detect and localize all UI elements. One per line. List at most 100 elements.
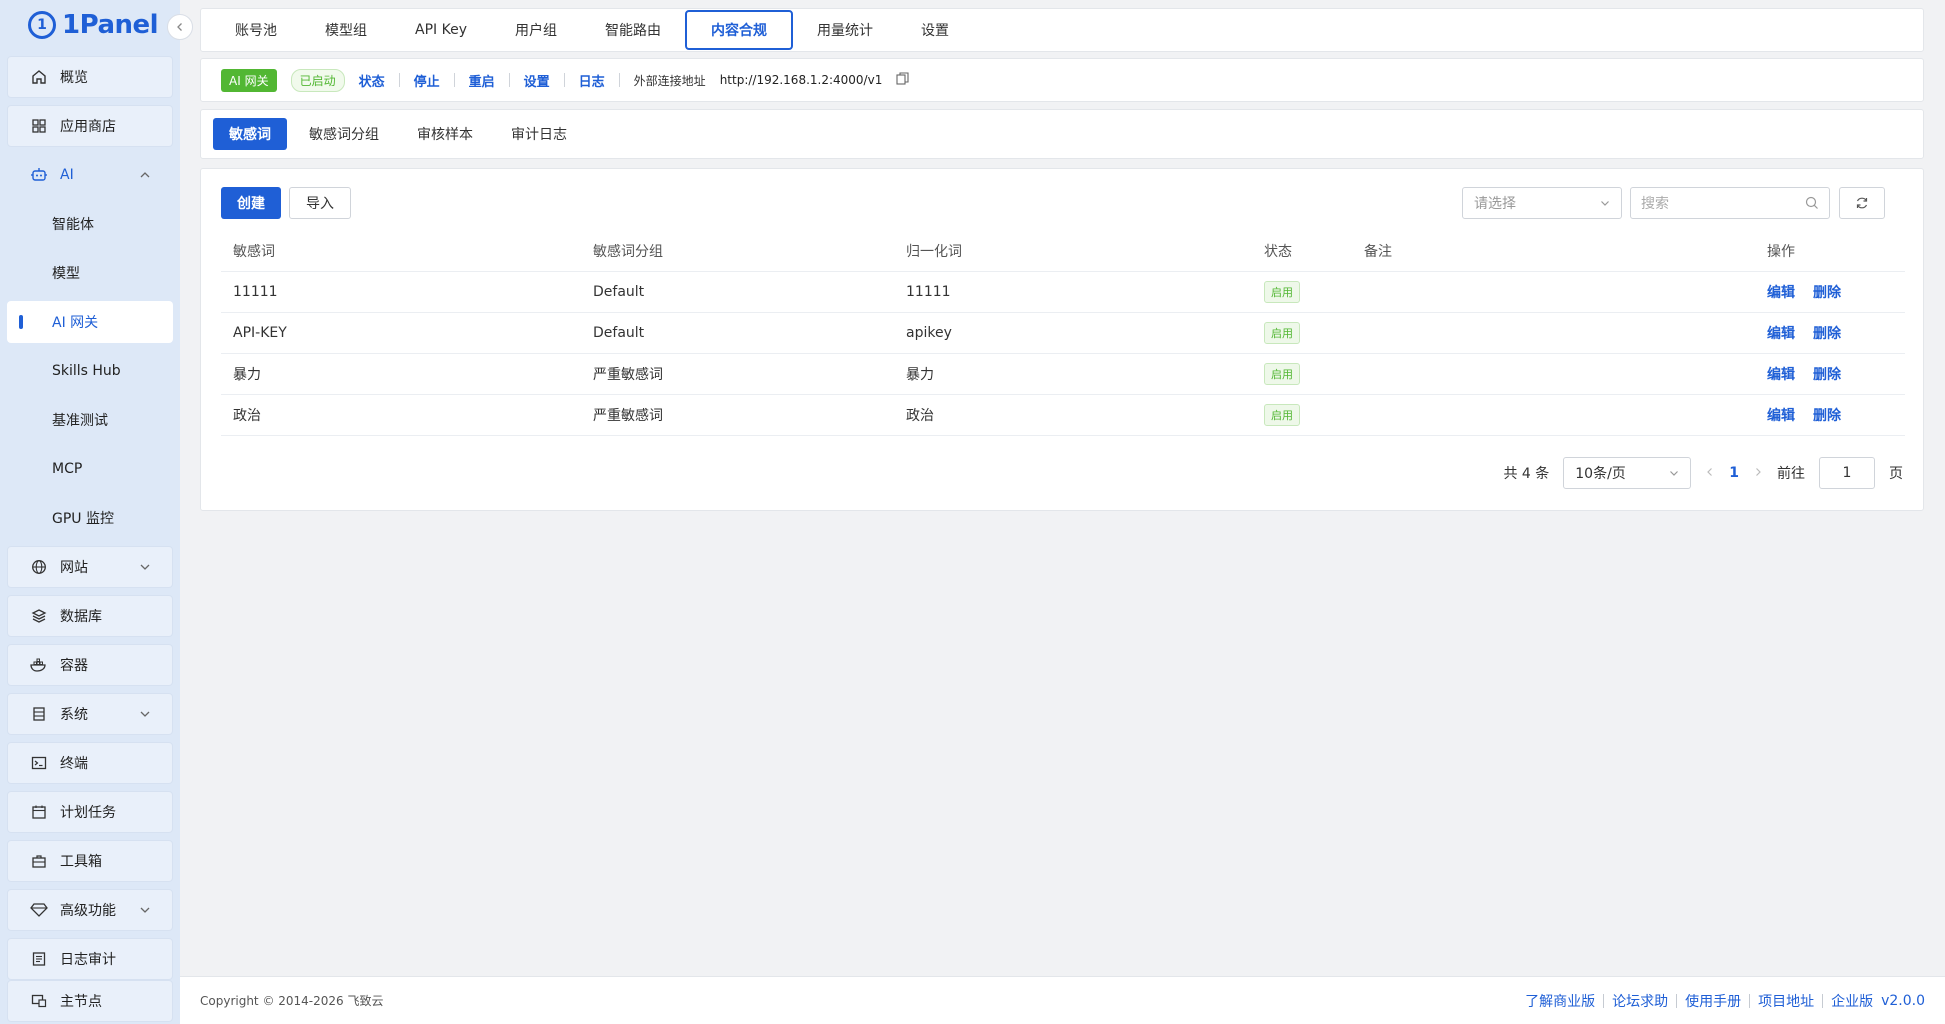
table-row: 11111 Default 11111 启用 编辑 删除 bbox=[221, 271, 1905, 313]
copy-icon[interactable] bbox=[896, 71, 909, 89]
import-button[interactable]: 导入 bbox=[289, 187, 351, 219]
delete-button[interactable]: 删除 bbox=[1813, 408, 1841, 424]
divider bbox=[453, 73, 455, 87]
tab-account-pool[interactable]: 账号池 bbox=[211, 9, 301, 51]
sidebar-item-label: 高级功能 bbox=[60, 903, 116, 919]
page-number[interactable]: 1 bbox=[1729, 465, 1739, 481]
search-input[interactable]: 搜索 bbox=[1630, 187, 1830, 219]
divider bbox=[1676, 993, 1678, 1008]
tab-review-samples[interactable]: 审核样本 bbox=[401, 118, 489, 150]
edit-button[interactable]: 编辑 bbox=[1767, 326, 1795, 342]
search-placeholder: 搜索 bbox=[1641, 196, 1669, 212]
settings-link[interactable]: 设置 bbox=[524, 71, 550, 90]
grid-icon bbox=[30, 117, 48, 135]
group-filter-select[interactable]: 请选择 bbox=[1462, 187, 1622, 219]
cell-status: 启用 bbox=[1252, 271, 1352, 313]
footer-link-manual[interactable]: 使用手册 bbox=[1685, 991, 1741, 1011]
cell-status: 启用 bbox=[1252, 394, 1352, 436]
app-status-bar: AI 网关 已启动 状态 停止 重启 设置 日志 外部连接地址 http://1… bbox=[200, 58, 1924, 102]
docker-icon bbox=[30, 656, 48, 674]
cell-group: Default bbox=[581, 271, 894, 313]
page-suffix: 页 bbox=[1889, 466, 1903, 482]
sidebar-sub-mcp[interactable]: MCP bbox=[7, 448, 173, 490]
sidebar-item-terminal[interactable]: 终端 bbox=[7, 742, 173, 784]
footer-link-forum[interactable]: 论坛求助 bbox=[1612, 991, 1668, 1011]
cell-word: 暴力 bbox=[221, 353, 581, 395]
status-link[interactable]: 状态 bbox=[359, 71, 385, 90]
sidebar-item-overview[interactable]: 概览 bbox=[7, 56, 173, 98]
delete-button[interactable]: 删除 bbox=[1813, 285, 1841, 301]
sidebar-item-label: 日志审计 bbox=[60, 952, 116, 968]
status-badge: 启用 bbox=[1264, 321, 1300, 344]
cell-note bbox=[1352, 394, 1755, 436]
goto-page-input[interactable]: 1 bbox=[1819, 457, 1875, 489]
tab-user-group[interactable]: 用户组 bbox=[491, 9, 581, 51]
tab-settings[interactable]: 设置 bbox=[897, 9, 973, 51]
total-count: 共 4 条 bbox=[1503, 466, 1550, 482]
cell-group: Default bbox=[581, 312, 894, 354]
sidebar-item-log-audit[interactable]: 日志审计 bbox=[7, 938, 173, 980]
sidebar-item-cron[interactable]: 计划任务 bbox=[7, 791, 173, 833]
sidebar-item-ai[interactable]: AI bbox=[7, 154, 173, 196]
chevron-down-icon bbox=[1668, 467, 1680, 479]
footer-link-commercial[interactable]: 了解商业版 bbox=[1525, 991, 1595, 1011]
robot-icon bbox=[30, 166, 48, 184]
chevron-down-icon bbox=[1599, 197, 1611, 209]
edit-button[interactable]: 编辑 bbox=[1767, 285, 1795, 301]
delete-button[interactable]: 删除 bbox=[1813, 326, 1841, 342]
page-size-select[interactable]: 10条/页 bbox=[1563, 457, 1692, 489]
tab-audit-log[interactable]: 审计日志 bbox=[495, 118, 583, 150]
sidebar-sub-ai-gateway[interactable]: AI 网关 bbox=[7, 301, 173, 343]
tab-api-key[interactable]: API Key bbox=[391, 9, 491, 51]
logo[interactable]: 1 1Panel bbox=[28, 8, 159, 42]
goto-label: 前往 bbox=[1777, 466, 1805, 482]
logs-link[interactable]: 日志 bbox=[579, 71, 605, 90]
layers-icon bbox=[30, 607, 48, 625]
status-badge: 启用 bbox=[1264, 403, 1300, 426]
tab-sensitive-word-groups[interactable]: 敏感词分组 bbox=[293, 118, 395, 150]
chevron-down-icon bbox=[138, 707, 152, 721]
stop-link[interactable]: 停止 bbox=[414, 71, 440, 90]
top-tab-bar: 账号池 模型组 API Key 用户组 智能路由 内容合规 用量统计 设置 bbox=[200, 8, 1924, 52]
tab-smart-routing[interactable]: 智能路由 bbox=[581, 9, 685, 51]
sidebar-sub-model[interactable]: 模型 bbox=[7, 252, 173, 294]
tab-model-group[interactable]: 模型组 bbox=[301, 9, 391, 51]
page-size-value: 10条/页 bbox=[1575, 466, 1626, 482]
edit-button[interactable]: 编辑 bbox=[1767, 408, 1795, 424]
content-panel: 创建 导入 请选择 搜索 敏感词 敏感词分组 归一化词 状态 备注 操作 111… bbox=[200, 168, 1924, 511]
status-badge: 已启动 bbox=[290, 68, 345, 92]
column-header: 备注 bbox=[1352, 231, 1755, 272]
refresh-button[interactable] bbox=[1839, 187, 1885, 219]
sidebar-item-container[interactable]: 容器 bbox=[7, 644, 173, 686]
restart-link[interactable]: 重启 bbox=[469, 71, 495, 90]
sidebar-item-system[interactable]: 系统 bbox=[7, 693, 173, 735]
sidebar-item-advanced[interactable]: 高级功能 bbox=[7, 889, 173, 931]
sidebar-sub-skills-hub[interactable]: Skills Hub bbox=[7, 350, 173, 392]
prev-page-icon[interactable] bbox=[1705, 465, 1715, 481]
create-button[interactable]: 创建 bbox=[221, 187, 281, 219]
footer: Copyright © 2014-2026 飞致云 了解商业版 论坛求助 使用手… bbox=[180, 976, 1945, 1024]
sidebar-item-website[interactable]: 网站 bbox=[7, 546, 173, 588]
sidebar-item-master-node[interactable]: 主节点 bbox=[7, 980, 173, 1022]
version-label: v2.0.0 bbox=[1881, 992, 1925, 1009]
delete-button[interactable]: 删除 bbox=[1813, 367, 1841, 383]
chevron-down-icon bbox=[138, 560, 152, 574]
sidebar-sub-gpu-monitor[interactable]: GPU 监控 bbox=[7, 497, 173, 539]
tab-content-compliance[interactable]: 内容合规 bbox=[684, 10, 793, 50]
next-page-icon[interactable] bbox=[1753, 465, 1763, 481]
sidebar-collapse-button[interactable] bbox=[167, 14, 193, 40]
edit-button[interactable]: 编辑 bbox=[1767, 367, 1795, 383]
tab-sensitive-words[interactable]: 敏感词 bbox=[213, 118, 287, 150]
footer-link-project[interactable]: 项目地址 bbox=[1758, 991, 1814, 1011]
chevron-down-icon bbox=[138, 903, 152, 917]
divider bbox=[508, 73, 510, 87]
sidebar-item-label: 概览 bbox=[60, 70, 88, 86]
sidebar-item-app-store[interactable]: 应用商店 bbox=[7, 105, 173, 147]
external-address-label: 外部连接地址 bbox=[633, 73, 706, 88]
tab-usage-stats[interactable]: 用量统计 bbox=[793, 9, 897, 51]
sidebar-item-toolbox[interactable]: 工具箱 bbox=[7, 840, 173, 882]
footer-link-enterprise[interactable]: 企业版 bbox=[1831, 991, 1873, 1011]
sidebar-item-database[interactable]: 数据库 bbox=[7, 595, 173, 637]
sidebar-sub-agent[interactable]: 智能体 bbox=[7, 203, 173, 245]
sidebar-sub-benchmark[interactable]: 基准测试 bbox=[7, 399, 173, 441]
